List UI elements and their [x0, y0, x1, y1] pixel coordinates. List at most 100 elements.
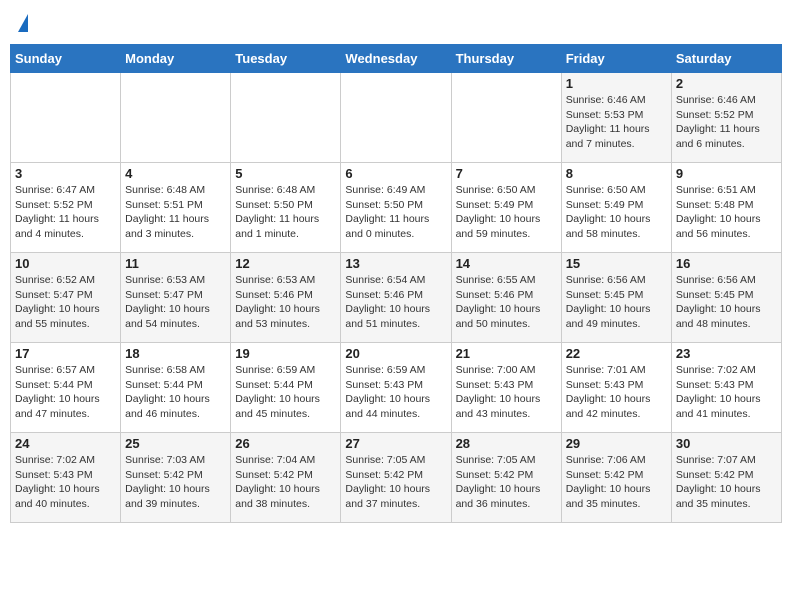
- day-info: Sunrise: 7:01 AM Sunset: 5:43 PM Dayligh…: [566, 363, 667, 422]
- calendar-cell: 22 Sunrise: 7:01 AM Sunset: 5:43 PM Dayli…: [561, 343, 671, 433]
- calendar-cell: 11 Sunrise: 6:53 AM Sunset: 5:47 PM Dayli…: [121, 253, 231, 343]
- day-info: Sunrise: 6:51 AM Sunset: 5:48 PM Dayligh…: [676, 183, 777, 242]
- calendar-cell: 27 Sunrise: 7:05 AM Sunset: 5:42 PM Dayli…: [341, 433, 451, 523]
- calendar-cell: 20Sunrise: 6:59 AM Sunset: 5:43 PM Dayli…: [341, 343, 451, 433]
- day-info: Sunrise: 6:52 AM Sunset: 5:47 PM Dayligh…: [15, 273, 116, 332]
- calendar-cell: 21 Sunrise: 7:00 AM Sunset: 5:43 PM Dayli…: [451, 343, 561, 433]
- logo: [16, 14, 28, 34]
- day-info: Sunrise: 7:06 AM Sunset: 5:42 PM Dayligh…: [566, 453, 667, 512]
- day-number: 21: [456, 346, 557, 361]
- calendar-cell: [231, 73, 341, 163]
- day-number: 3: [15, 166, 116, 181]
- page-header: [10, 10, 782, 38]
- calendar-cell: [11, 73, 121, 163]
- day-number: 7: [456, 166, 557, 181]
- day-number: 28: [456, 436, 557, 451]
- day-info: Sunrise: 7:03 AM Sunset: 5:42 PM Dayligh…: [125, 453, 226, 512]
- calendar-cell: 4 Sunrise: 6:48 AM Sunset: 5:51 PM Daylig…: [121, 163, 231, 253]
- day-info: Sunrise: 6:56 AM Sunset: 5:45 PM Dayligh…: [676, 273, 777, 332]
- day-number: 22: [566, 346, 667, 361]
- calendar-header: SundayMondayTuesdayWednesdayThursdayFrid…: [11, 45, 782, 73]
- calendar-cell: 24 Sunrise: 7:02 AM Sunset: 5:43 PM Dayli…: [11, 433, 121, 523]
- calendar-cell: 1 Sunrise: 6:46 AM Sunset: 5:53 PM Daylig…: [561, 73, 671, 163]
- day-number: 2: [676, 76, 777, 91]
- day-number: 15: [566, 256, 667, 271]
- day-info: Sunrise: 6:59 AM Sunset: 5:43 PM Dayligh…: [345, 363, 446, 422]
- day-number: 25: [125, 436, 226, 451]
- day-info: Sunrise: 6:59 AM Sunset: 5:44 PM Dayligh…: [235, 363, 336, 422]
- day-info: Sunrise: 6:50 AM Sunset: 5:49 PM Dayligh…: [566, 183, 667, 242]
- day-number: 5: [235, 166, 336, 181]
- day-number: 27: [345, 436, 446, 451]
- day-info: Sunrise: 7:00 AM Sunset: 5:43 PM Dayligh…: [456, 363, 557, 422]
- logo-triangle-icon: [18, 14, 28, 32]
- calendar-cell: 19 Sunrise: 6:59 AM Sunset: 5:44 PM Dayli…: [231, 343, 341, 433]
- day-number: 6: [345, 166, 446, 181]
- day-info: Sunrise: 6:57 AM Sunset: 5:44 PM Dayligh…: [15, 363, 116, 422]
- calendar-cell: 25 Sunrise: 7:03 AM Sunset: 5:42 PM Dayli…: [121, 433, 231, 523]
- day-number: 14: [456, 256, 557, 271]
- calendar-cell: 7 Sunrise: 6:50 AM Sunset: 5:49 PM Daylig…: [451, 163, 561, 253]
- calendar-cell: [121, 73, 231, 163]
- day-info: Sunrise: 7:02 AM Sunset: 5:43 PM Dayligh…: [676, 363, 777, 422]
- day-number: 23: [676, 346, 777, 361]
- calendar-cell: 13 Sunrise: 6:54 AM Sunset: 5:46 PM Dayli…: [341, 253, 451, 343]
- day-number: 8: [566, 166, 667, 181]
- calendar-cell: 14 Sunrise: 6:55 AM Sunset: 5:46 PM Dayli…: [451, 253, 561, 343]
- day-info: Sunrise: 7:04 AM Sunset: 5:42 PM Dayligh…: [235, 453, 336, 512]
- day-number: 10: [15, 256, 116, 271]
- day-info: Sunrise: 6:53 AM Sunset: 5:46 PM Dayligh…: [235, 273, 336, 332]
- day-info: Sunrise: 6:49 AM Sunset: 5:50 PM Dayligh…: [345, 183, 446, 242]
- day-number: 16: [676, 256, 777, 271]
- calendar-cell: 16 Sunrise: 6:56 AM Sunset: 5:45 PM Dayli…: [671, 253, 781, 343]
- day-info: Sunrise: 6:48 AM Sunset: 5:51 PM Dayligh…: [125, 183, 226, 242]
- day-info: Sunrise: 6:56 AM Sunset: 5:45 PM Dayligh…: [566, 273, 667, 332]
- day-number: 13: [345, 256, 446, 271]
- calendar-cell: 23 Sunrise: 7:02 AM Sunset: 5:43 PM Dayli…: [671, 343, 781, 433]
- calendar-cell: 3Sunrise: 6:47 AM Sunset: 5:52 PM Daylig…: [11, 163, 121, 253]
- day-number: 29: [566, 436, 667, 451]
- day-number: 1: [566, 76, 667, 91]
- calendar-cell: [451, 73, 561, 163]
- day-number: 26: [235, 436, 336, 451]
- day-info: Sunrise: 6:58 AM Sunset: 5:44 PM Dayligh…: [125, 363, 226, 422]
- day-number: 11: [125, 256, 226, 271]
- weekday-header: Saturday: [671, 45, 781, 73]
- weekday-header: Wednesday: [341, 45, 451, 73]
- calendar-cell: 5 Sunrise: 6:48 AM Sunset: 5:50 PM Daylig…: [231, 163, 341, 253]
- calendar-cell: 10 Sunrise: 6:52 AM Sunset: 5:47 PM Dayli…: [11, 253, 121, 343]
- day-info: Sunrise: 7:05 AM Sunset: 5:42 PM Dayligh…: [345, 453, 446, 512]
- calendar-cell: 6 Sunrise: 6:49 AM Sunset: 5:50 PM Daylig…: [341, 163, 451, 253]
- day-info: Sunrise: 6:46 AM Sunset: 5:52 PM Dayligh…: [676, 93, 777, 152]
- day-info: Sunrise: 6:53 AM Sunset: 5:47 PM Dayligh…: [125, 273, 226, 332]
- weekday-header: Friday: [561, 45, 671, 73]
- day-number: 9: [676, 166, 777, 181]
- day-info: Sunrise: 6:46 AM Sunset: 5:53 PM Dayligh…: [566, 93, 667, 152]
- weekday-header: Thursday: [451, 45, 561, 73]
- day-number: 18: [125, 346, 226, 361]
- day-info: Sunrise: 6:48 AM Sunset: 5:50 PM Dayligh…: [235, 183, 336, 242]
- calendar-cell: 8 Sunrise: 6:50 AM Sunset: 5:49 PM Daylig…: [561, 163, 671, 253]
- calendar-cell: [341, 73, 451, 163]
- day-info: Sunrise: 7:02 AM Sunset: 5:43 PM Dayligh…: [15, 453, 116, 512]
- day-number: 4: [125, 166, 226, 181]
- calendar-cell: 29 Sunrise: 7:06 AM Sunset: 5:42 PM Dayli…: [561, 433, 671, 523]
- day-number: 19: [235, 346, 336, 361]
- day-info: Sunrise: 6:50 AM Sunset: 5:49 PM Dayligh…: [456, 183, 557, 242]
- day-number: 24: [15, 436, 116, 451]
- day-number: 30: [676, 436, 777, 451]
- calendar-table: SundayMondayTuesdayWednesdayThursdayFrid…: [10, 44, 782, 523]
- calendar-cell: 15 Sunrise: 6:56 AM Sunset: 5:45 PM Dayli…: [561, 253, 671, 343]
- weekday-header: Tuesday: [231, 45, 341, 73]
- day-info: Sunrise: 7:07 AM Sunset: 5:42 PM Dayligh…: [676, 453, 777, 512]
- day-number: 12: [235, 256, 336, 271]
- weekday-header: Sunday: [11, 45, 121, 73]
- calendar-cell: 30 Sunrise: 7:07 AM Sunset: 5:42 PM Dayli…: [671, 433, 781, 523]
- calendar-cell: 26 Sunrise: 7:04 AM Sunset: 5:42 PM Dayli…: [231, 433, 341, 523]
- day-info: Sunrise: 6:54 AM Sunset: 5:46 PM Dayligh…: [345, 273, 446, 332]
- calendar-cell: 28Sunrise: 7:05 AM Sunset: 5:42 PM Dayli…: [451, 433, 561, 523]
- day-number: 17: [15, 346, 116, 361]
- calendar-cell: 12 Sunrise: 6:53 AM Sunset: 5:46 PM Dayli…: [231, 253, 341, 343]
- calendar-cell: 2 Sunrise: 6:46 AM Sunset: 5:52 PM Daylig…: [671, 73, 781, 163]
- day-info: Sunrise: 6:55 AM Sunset: 5:46 PM Dayligh…: [456, 273, 557, 332]
